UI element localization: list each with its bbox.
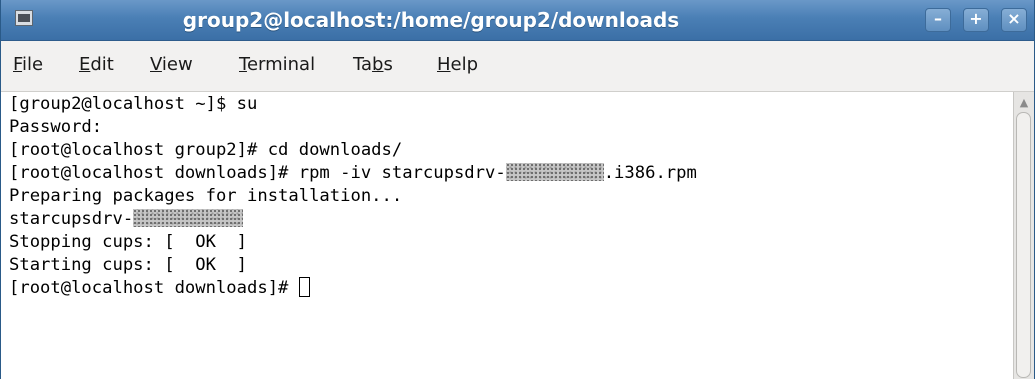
scroll-up-arrow-icon[interactable]: ▲: [1016, 97, 1032, 108]
menu-edit[interactable]: Edit: [79, 41, 114, 91]
redacted-version: [505, 163, 604, 181]
terminal-line: [root@localhost downloads]# rpm -iv star…: [9, 161, 697, 185]
menu-edit-key: E: [79, 54, 91, 75]
menu-help[interactable]: Help: [437, 41, 478, 91]
terminal-line: [group2@localhost ~]$ su: [9, 94, 258, 114]
menu-edit-label: dit: [90, 54, 114, 75]
title-bar[interactable]: group2@localhost:/home/group2/downloads …: [1, 0, 1034, 41]
menu-tabs-key: b: [372, 54, 384, 75]
menu-tabs-pre: Ta: [353, 54, 373, 75]
menu-view-key: V: [150, 54, 162, 75]
rpm-command-text: [root@localhost downloads]# rpm -iv star…: [9, 163, 506, 183]
rpm-command-suffix: .i386.rpm: [603, 163, 697, 183]
prompt-text: [root@localhost downloads]#: [9, 278, 299, 298]
terminal-line: Stopping cups: [ OK ]: [9, 232, 247, 252]
menu-view-label: iew: [161, 54, 193, 75]
terminal-line: [root@localhost group2]# cd downloads/: [9, 140, 403, 160]
menu-help-key: H: [437, 54, 451, 75]
terminal-line: Password:: [9, 117, 103, 137]
package-name-text: starcupsdrv-: [9, 209, 134, 229]
menu-file[interactable]: File: [13, 41, 43, 91]
menu-tabs[interactable]: Tabs: [353, 41, 393, 91]
terminal-line: starcupsdrv-: [9, 207, 244, 231]
close-button[interactable]: ×: [1001, 8, 1027, 32]
menu-terminal-label: erminal: [246, 54, 316, 75]
scrollbar-thumb[interactable]: [1016, 112, 1031, 378]
maximize-button[interactable]: +: [963, 8, 989, 32]
terminal-line: Starting cups: [ OK ]: [9, 255, 247, 275]
menu-view[interactable]: View: [150, 41, 193, 91]
menu-tabs-label: s: [383, 54, 393, 75]
menu-help-label: elp: [450, 54, 479, 75]
terminal-output[interactable]: [group2@localhost ~]$ su Password: [root…: [9, 92, 1011, 379]
text-cursor: [298, 276, 310, 297]
menu-terminal-key: T: [239, 54, 247, 75]
terminal-line: Preparing packages for installation...: [9, 186, 403, 206]
minimize-button[interactable]: –: [925, 8, 951, 32]
menu-bar: File Edit View Terminal Tabs Help: [1, 41, 1034, 92]
menu-terminal[interactable]: Terminal: [239, 41, 315, 91]
menu-file-key: F: [13, 54, 23, 75]
vertical-scrollbar[interactable]: ▲: [1013, 92, 1034, 379]
terminal-window: group2@localhost:/home/group2/downloads …: [0, 0, 1035, 379]
redacted-version: [133, 209, 244, 227]
terminal-line: [root@localhost downloads]#: [9, 276, 310, 300]
menu-file-label: ile: [22, 54, 44, 75]
window-title: group2@localhost:/home/group2/downloads: [182, 8, 680, 32]
